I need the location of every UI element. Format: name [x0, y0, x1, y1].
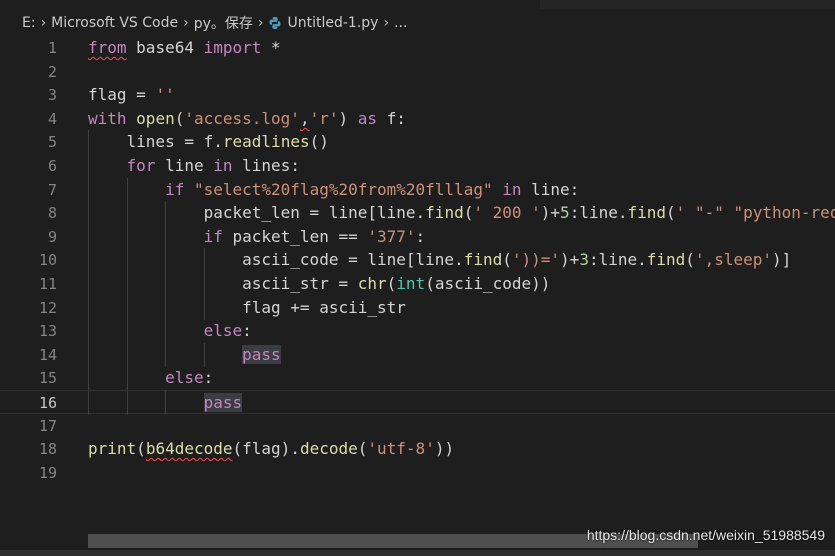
code-editor[interactable]: 1 from base64 import * 2 3 flag = '' 4 with op… [0, 36, 835, 532]
code-line[interactable]: 4 with open('access.log','r') as f: [0, 107, 835, 131]
code-line[interactable]: 2 [0, 60, 835, 84]
code-text[interactable]: from base64 import * [88, 36, 281, 60]
code-text[interactable]: for line in lines: [88, 154, 300, 178]
line-number: 18 [38, 440, 57, 459]
line-number: 9 [47, 227, 57, 246]
breadcrumb: E: › Microsoft VS Code › py。保存 › Untitle… [22, 11, 407, 35]
code-line[interactable]: 5 lines = f.readlines() [0, 130, 835, 155]
chevron-right-icon: › [383, 15, 390, 31]
line-number: 7 [47, 180, 57, 199]
code-text[interactable]: else: [88, 319, 252, 343]
line-number: 13 [38, 322, 57, 341]
breadcrumb-folder-py[interactable]: py。保存 [194, 13, 253, 33]
line-number: 1 [47, 39, 57, 57]
code-line[interactable]: 7 if "select%20flag%20from%20flllag" in … [0, 177, 835, 202]
line-number: 10 [38, 251, 57, 270]
code-line[interactable]: 19 [0, 461, 835, 485]
code-line[interactable]: 13 else: [0, 319, 835, 344]
active-tab-edge[interactable] [0, 0, 540, 9]
code-line[interactable]: 8 packet_len = line[line.find(' 200 ')+5… [0, 201, 835, 226]
code-text[interactable]: pass [88, 343, 281, 367]
line-number: 14 [38, 345, 57, 364]
code-text[interactable]: flag = '' [88, 83, 175, 107]
chevron-right-icon: › [257, 15, 264, 31]
line-number: 6 [47, 157, 57, 175]
code-text[interactable]: else: [88, 366, 213, 390]
editor-bottom-border [0, 550, 835, 556]
line-number: 15 [38, 369, 57, 388]
line-number: 3 [47, 86, 57, 105]
python-file-icon [268, 16, 282, 30]
chevron-right-icon: › [40, 15, 47, 31]
code-line[interactable]: 3 flag = '' [0, 83, 835, 107]
code-text[interactable]: ascii_str = chr(int(ascii_code)) [88, 272, 550, 296]
line-number: 12 [38, 298, 57, 317]
editor-tab-strip [0, 0, 835, 9]
code-line[interactable]: 6 for line in lines: [0, 154, 835, 178]
breadcrumb-drive[interactable]: E: [22, 15, 36, 31]
line-number: 19 [38, 463, 57, 482]
code-line[interactable]: 18 print(b64decode(flag).decode('utf-8')) [0, 437, 835, 461]
breadcrumb-file[interactable]: Untitled-1.py [287, 15, 378, 31]
code-text[interactable]: if "select%20flag%20from%20flllag" in li… [88, 178, 579, 202]
code-text[interactable]: flag += ascii_str [88, 296, 406, 320]
code-text[interactable]: with open('access.log','r') as f: [88, 107, 406, 131]
line-number: 8 [47, 204, 57, 223]
breadcrumb-folder-vscode[interactable]: Microsoft VS Code [51, 15, 178, 31]
watermark-url: https://blog.csdn.net/weixin_51988549 [586, 527, 825, 543]
code-line[interactable]: 14 pass [0, 342, 835, 367]
line-number: 2 [47, 62, 57, 81]
breadcrumb-more[interactable]: ... [394, 15, 407, 31]
code-text[interactable]: lines = f.readlines() [88, 130, 329, 154]
code-line[interactable]: 17 [0, 414, 835, 438]
code-line[interactable]: 15 else: [0, 366, 835, 391]
code-text[interactable]: packet_len = line[line.find(' 200 ')+5:l… [88, 201, 835, 225]
code-text[interactable]: pass [88, 391, 243, 415]
chevron-right-icon: › [183, 15, 189, 31]
line-number: 11 [38, 275, 57, 293]
code-line[interactable]: 9 if packet_len == '377': [0, 224, 835, 249]
code-text[interactable]: print(b64decode(flag).decode('utf-8')) [88, 437, 454, 461]
line-number: 16 [38, 394, 57, 412]
code-line[interactable]: 12 flag += ascii_str [0, 295, 835, 320]
line-number: 17 [38, 416, 57, 435]
code-line[interactable]: 11 ascii_str = chr(int(ascii_code)) [0, 272, 835, 296]
code-line[interactable]: 16 pass [0, 390, 835, 415]
code-line[interactable]: 10 ascii_code = line[line.find('))=')+3:… [0, 248, 835, 273]
line-number: 5 [47, 133, 57, 152]
code-text[interactable]: ascii_code = line[line.find('))=')+3:lin… [88, 248, 791, 272]
line-number: 4 [47, 109, 57, 128]
code-text[interactable]: if packet_len == '377': [88, 225, 426, 249]
code-line[interactable]: 1 from base64 import * [0, 36, 835, 60]
